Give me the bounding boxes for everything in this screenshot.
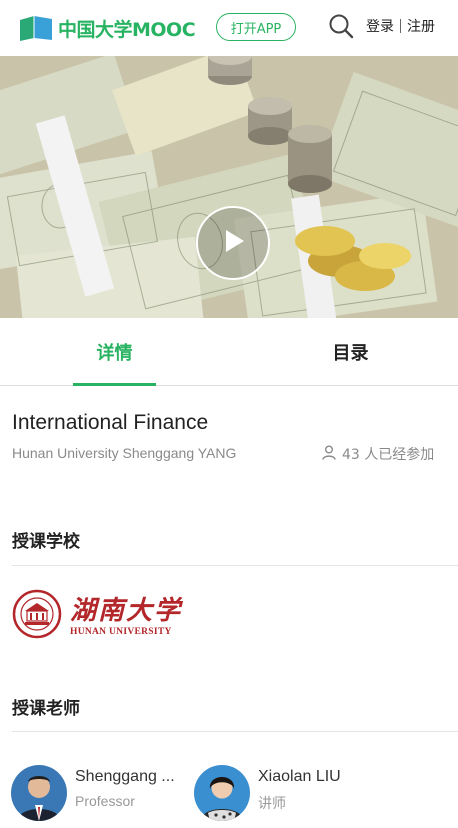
play-button[interactable] (196, 206, 270, 280)
teacher-name: Shenggang ... (75, 768, 175, 785)
teacher-divider (12, 731, 458, 732)
search-icon[interactable] (327, 12, 355, 40)
person-icon (322, 445, 336, 464)
open-app-button[interactable]: 打开APP (216, 13, 296, 41)
course-subtitle: Hunan University Shenggang YANG (12, 445, 237, 461)
teacher-name: Xiaolan LIU (258, 768, 341, 785)
course-title: International Finance (12, 411, 209, 434)
teacher-card[interactable]: Shenggang ... Professor (11, 765, 191, 821)
teacher-section-title: 授课老师 (12, 699, 80, 719)
active-tab-indicator (73, 383, 156, 386)
mooc-logo-icon (18, 14, 54, 42)
register-link[interactable]: 注册 (407, 16, 435, 36)
play-icon (218, 226, 248, 260)
avatar (194, 765, 250, 821)
school-name-en: HUNAN UNIVERSITY (70, 627, 172, 637)
enrollment-text: 43 人已经参加 (342, 447, 435, 463)
avatar (11, 765, 67, 821)
tab-details-label: 详情 (96, 343, 133, 364)
hunan-university-emblem-icon (12, 589, 62, 643)
school-section-title: 授课学校 (12, 532, 80, 552)
top-header: 中国大学MOOC 打开APP 登录 注册 (0, 0, 458, 56)
school-logo[interactable]: 湖南大学 HUNAN UNIVERSITY (12, 589, 180, 643)
login-link[interactable]: 登录 (366, 16, 394, 36)
course-video-cover[interactable] (0, 56, 458, 318)
teacher-role: Professor (75, 793, 135, 809)
mooc-logo[interactable]: 中国大学MOOC (18, 12, 196, 44)
enrollment-count: 43 人已经参加 (322, 444, 434, 464)
tab-catalog[interactable]: 目录 (309, 318, 392, 386)
school-name-cn: 湖南大学 (70, 596, 183, 626)
teacher-role: 讲师 (258, 795, 286, 811)
teacher-card[interactable]: Xiaolan LIU 讲师 (194, 765, 394, 821)
tab-catalog-label: 目录 (332, 343, 369, 364)
course-tabs: 详情 目录 (0, 318, 458, 386)
auth-links: 登录 注册 (366, 16, 435, 36)
tab-details[interactable]: 详情 (73, 318, 156, 386)
school-divider (12, 565, 458, 566)
logo-text: 中国大学MOOC (58, 18, 196, 41)
auth-separator (400, 19, 401, 33)
